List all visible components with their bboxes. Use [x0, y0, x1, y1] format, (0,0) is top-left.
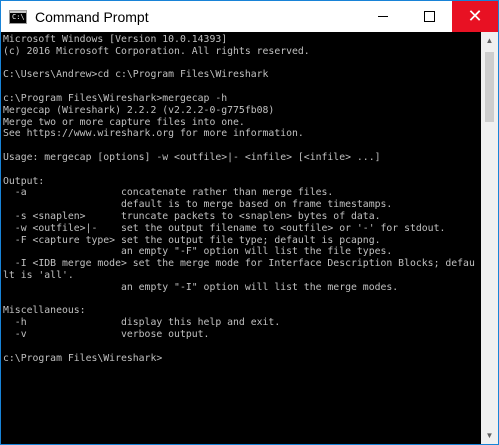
scroll-thumb[interactable] — [485, 52, 494, 122]
minimize-button[interactable] — [360, 1, 406, 32]
console-output[interactable]: Microsoft Windows [Version 10.0.14393] (… — [1, 32, 481, 444]
console-line: -w <outfile>|- set the output filename t… — [3, 222, 446, 234]
close-icon: ✕ — [467, 5, 483, 27]
console-line: an empty "-F" option will list the file … — [3, 246, 393, 258]
scroll-up-icon[interactable]: ▲ — [481, 32, 498, 49]
console-line: Mergecap (Wireshark) 2.2.2 (v2.2.2-0-g77… — [3, 104, 275, 116]
console-line: Microsoft Windows [Version 10.0.14393] — [3, 34, 228, 45]
console-line: c:\Program Files\Wireshark> — [3, 352, 163, 364]
window-title: Command Prompt — [35, 8, 149, 25]
console-line: Miscellaneous: — [3, 305, 86, 317]
scroll-down-icon[interactable]: ▼ — [481, 427, 498, 444]
console-line: Usage: mergecap [options] -w <outfile>|-… — [3, 151, 381, 163]
title-bar[interactable]: C:\ Command Prompt ✕ — [1, 1, 498, 32]
console-line: c:\Program Files\Wireshark>mergecap -h — [3, 92, 228, 104]
console-line: Output: — [3, 175, 45, 187]
console-line: See https://www.wireshark.org for more i… — [3, 128, 304, 140]
console-icon[interactable]: C:\ — [9, 9, 27, 24]
close-button[interactable]: ✕ — [452, 1, 498, 32]
console-icon-text: C:\ — [12, 12, 25, 21]
vertical-scrollbar[interactable]: ▲ ▼ — [481, 32, 498, 444]
console-line: -v verbose output. — [3, 328, 210, 340]
console-line: C:\Users\Andrew>cd c:\Program Files\Wire… — [3, 69, 269, 81]
maximize-icon — [423, 11, 435, 22]
maximize-button[interactable] — [406, 1, 452, 32]
console-line: Merge two or more capture files into one… — [3, 116, 245, 128]
console-line: an empty "-I" option will list the merge… — [3, 281, 399, 293]
console-line: -I <IDB merge mode> set the merge mode f… — [3, 258, 475, 270]
minimize-icon — [378, 16, 388, 17]
console-line: -h display this help and exit. — [3, 317, 281, 329]
console-line: (c) 2016 Microsoft Corporation. All righ… — [3, 45, 310, 57]
console-line: -a concatenate rather than merge files. — [3, 187, 334, 199]
command-prompt-window: C:\ Command Prompt ✕ Microsoft Windows [… — [0, 0, 499, 445]
console-line: default is to merge based on frame times… — [3, 199, 393, 211]
console-line: -s <snaplen> truncate packets to <snaple… — [3, 210, 381, 222]
console-line: -F <capture type> set the output file ty… — [3, 234, 381, 246]
console-line: lt is 'all'. — [3, 269, 74, 281]
console-text: Microsoft Windows [Version 10.0.14393] (… — [1, 32, 481, 364]
